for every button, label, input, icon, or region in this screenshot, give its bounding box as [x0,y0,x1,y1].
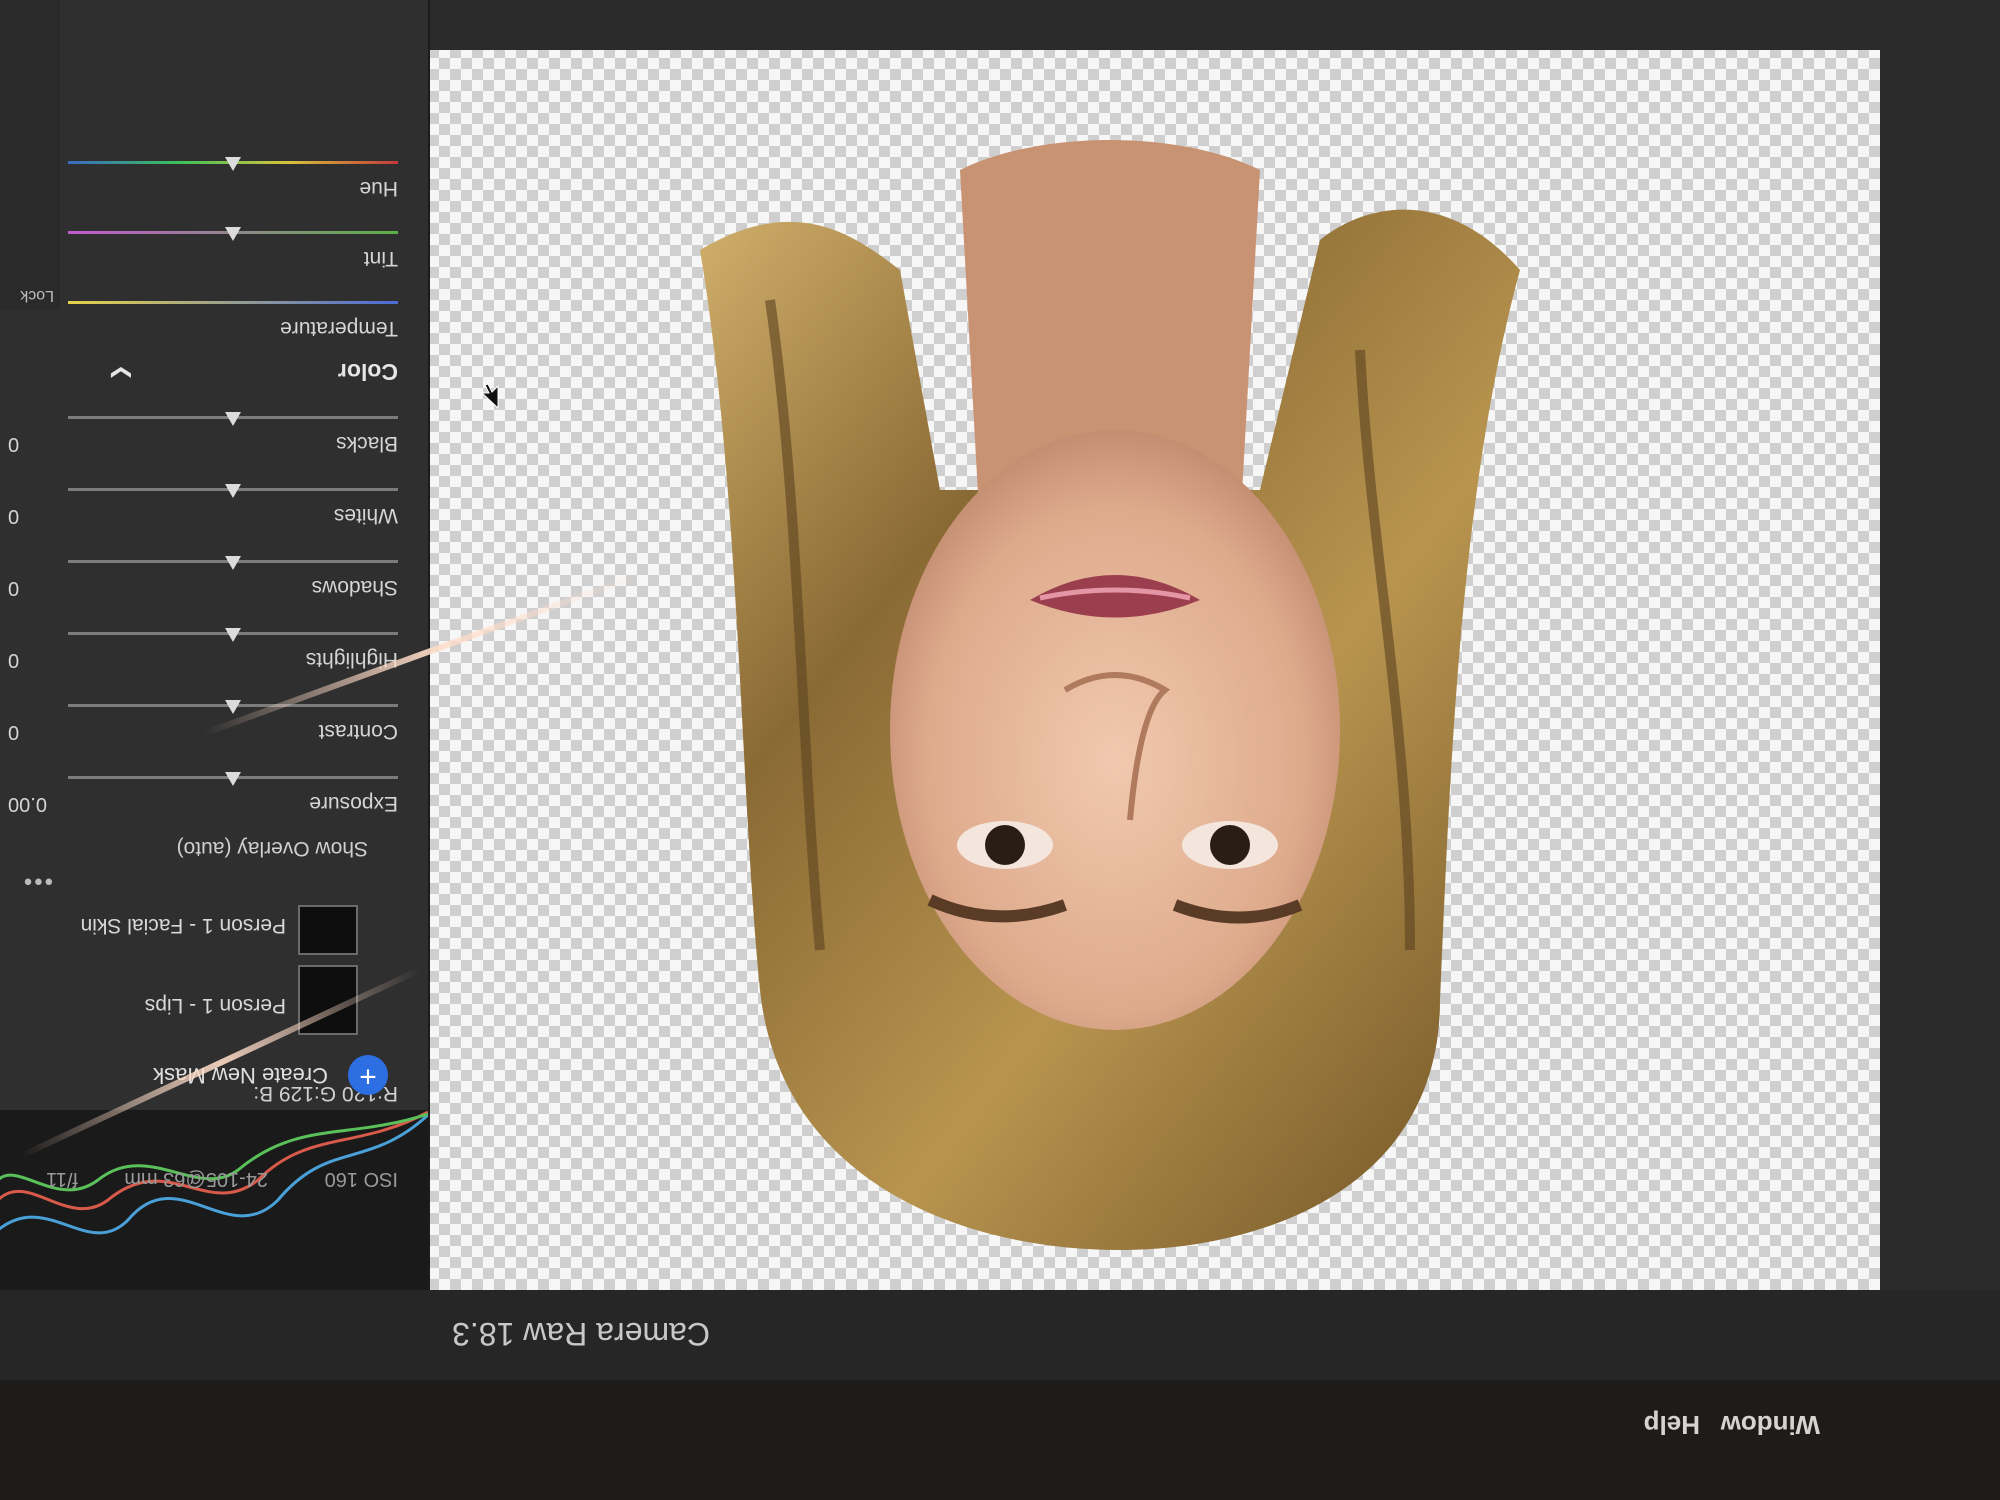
slider-label: Whites [333,504,398,527]
mask-item-label: Person 1 - Facial Skin [80,914,286,937]
subject-cutout [700,140,1520,1250]
show-overlay-label[interactable]: Show Overlay (auto) [177,836,368,860]
slider-track[interactable] [68,227,398,241]
lens-readout: 24-105@63 mm [124,1168,268,1190]
menu-bar: Window Help [0,1380,2000,1500]
more-options-icon[interactable]: ••• [22,867,53,895]
slider-thumb[interactable] [225,412,241,426]
slider-tint[interactable]: Tint 0 [8,210,398,270]
slider-label: Blacks [336,432,398,455]
slider-highlights[interactable]: Highlights 0 [8,611,398,671]
iso-readout: ISO 160 [324,1168,398,1190]
slider-thumb[interactable] [225,157,241,171]
slider-track[interactable] [68,772,398,786]
slider-value[interactable]: 0 [8,576,68,599]
slider-track[interactable] [68,700,398,714]
slider-value[interactable]: 0 [8,504,68,527]
slider-track[interactable] [68,157,398,171]
aperture-readout: f/11 [46,1168,78,1190]
slider-whites[interactable]: Whites 0 [8,467,398,527]
slider-label: Exposure [309,792,398,815]
color-section-header[interactable]: Color [338,358,398,385]
slider-track[interactable] [68,628,398,642]
slider-blacks[interactable]: Blacks 0 [8,395,398,455]
lock-label: Lock [20,287,54,304]
edit-panel: R:120 G:129 B: ISO 160 24-105@63 mm f/11… [0,0,430,1290]
mask-item-lips[interactable]: Person 1 - Lips [18,965,398,1035]
mask-thumbnail [298,905,358,955]
slider-shadows[interactable]: Shadows 0 [8,539,398,599]
slider-track[interactable] [68,556,398,570]
add-mask-button[interactable]: + [348,1055,388,1095]
slider-thumb[interactable] [225,772,241,786]
slider-track[interactable] [68,301,398,304]
slider-thumb[interactable] [225,556,241,570]
slider-value[interactable]: 0 [8,720,68,743]
slider-value[interactable]: 0 [8,648,68,671]
slider-track[interactable] [68,484,398,498]
slider-thumb[interactable] [225,484,241,498]
slider-label: Shadows [311,576,398,599]
menu-window[interactable]: Window [1721,1409,1820,1440]
slider-value[interactable]: 0 [8,432,68,455]
layers-strip: Lock [0,0,60,310]
slider-temperature[interactable]: Temperature [18,280,398,340]
image-canvas[interactable] [430,50,1880,1290]
mask-item-label: Person 1 - Lips [144,994,286,1017]
arrow-cursor [480,383,499,410]
menu-help[interactable]: Help [1644,1409,1700,1440]
monitor-screen: Window Help Camera Raw 18.3 R:120 G:129 … [0,0,2000,1500]
slider-label: Contrast [318,720,398,743]
slider-thumb[interactable] [225,227,241,241]
slider-label: Temperature [280,317,398,340]
slider-label: Tint [363,247,398,270]
slider-hue[interactable]: Hue 0 [8,140,398,200]
app-title: Camera Raw 18.3 [452,1316,710,1352]
slider-track[interactable] [68,412,398,426]
slider-value[interactable]: 0.00 [8,792,68,815]
slider-thumb[interactable] [225,700,241,714]
mask-item-facial-skin[interactable]: Person 1 - Facial Skin [18,885,398,955]
slider-thumb[interactable] [225,628,241,642]
chevron-down-icon[interactable]: ❯ [107,364,132,381]
title-bar: Camera Raw 18.3 [0,1290,2000,1380]
slider-label: Hue [359,177,398,200]
slider-exposure[interactable]: Exposure 0.00 [8,755,398,815]
